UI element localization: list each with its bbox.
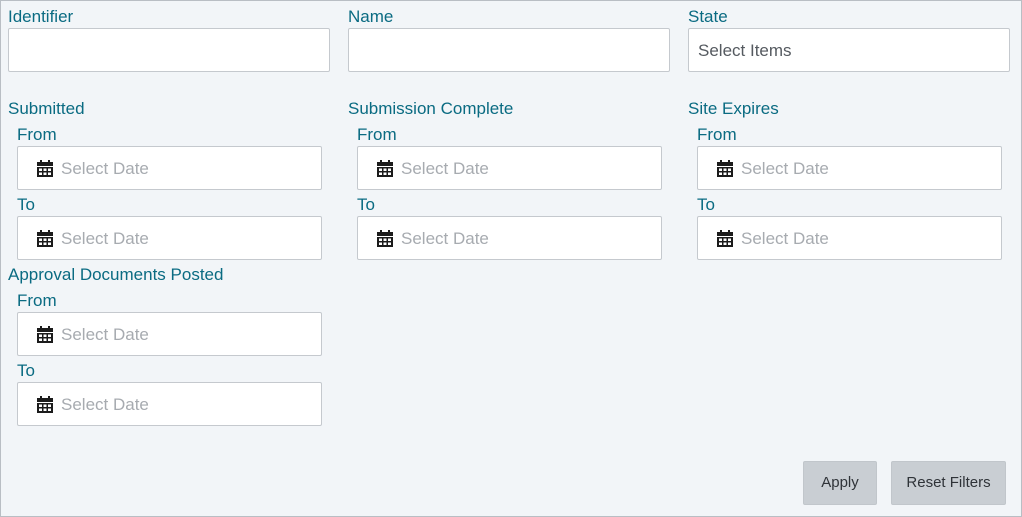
name-label: Name bbox=[348, 7, 394, 26]
state-select[interactable]: Select Items bbox=[688, 28, 1010, 72]
submission-complete-from-date-input[interactable]: Select Date bbox=[357, 146, 662, 190]
calendar-icon bbox=[37, 326, 53, 343]
calendar-icon bbox=[377, 160, 393, 177]
site-expires-to-label: To bbox=[697, 195, 715, 214]
date-placeholder: Select Date bbox=[741, 229, 829, 248]
calendar-icon bbox=[37, 230, 53, 247]
submission-complete-to-date-input[interactable]: Select Date bbox=[357, 216, 662, 260]
date-placeholder: Select Date bbox=[741, 159, 829, 178]
submission-complete-to-label: To bbox=[357, 195, 375, 214]
reset-filters-button[interactable]: Reset Filters bbox=[891, 461, 1006, 505]
date-placeholder: Select Date bbox=[61, 395, 149, 414]
site-expires-to-date-input[interactable]: Select Date bbox=[697, 216, 1002, 260]
filter-panel: Identifier Name State Select Items Submi… bbox=[0, 0, 1022, 517]
state-placeholder: Select Items bbox=[698, 41, 792, 60]
submitted-to-label: To bbox=[17, 195, 35, 214]
approval-documents-to-label: To bbox=[17, 361, 35, 380]
identifier-label: Identifier bbox=[8, 7, 74, 26]
identifier-input[interactable] bbox=[8, 28, 330, 72]
calendar-icon bbox=[717, 160, 733, 177]
submitted-from-label: From bbox=[17, 125, 57, 144]
calendar-icon bbox=[37, 396, 53, 413]
approval-documents-from-label: From bbox=[17, 291, 57, 310]
approval-documents-to-date-input[interactable]: Select Date bbox=[17, 382, 322, 426]
apply-button[interactable]: Apply bbox=[803, 461, 877, 505]
submission-complete-from-label: From bbox=[357, 125, 397, 144]
submitted-from-date-input[interactable]: Select Date bbox=[17, 146, 322, 190]
date-placeholder: Select Date bbox=[401, 159, 489, 178]
name-input[interactable] bbox=[348, 28, 670, 72]
site-expires-label: Site Expires bbox=[688, 99, 779, 118]
date-placeholder: Select Date bbox=[401, 229, 489, 248]
date-placeholder: Select Date bbox=[61, 159, 149, 178]
calendar-icon bbox=[377, 230, 393, 247]
submitted-to-date-input[interactable]: Select Date bbox=[17, 216, 322, 260]
approval-documents-posted-label: Approval Documents Posted bbox=[8, 265, 224, 284]
site-expires-from-date-input[interactable]: Select Date bbox=[697, 146, 1002, 190]
calendar-icon bbox=[37, 160, 53, 177]
approval-documents-from-date-input[interactable]: Select Date bbox=[17, 312, 322, 356]
calendar-icon bbox=[717, 230, 733, 247]
date-placeholder: Select Date bbox=[61, 325, 149, 344]
submission-complete-label: Submission Complete bbox=[348, 99, 514, 118]
site-expires-from-label: From bbox=[697, 125, 737, 144]
submitted-label: Submitted bbox=[8, 99, 85, 118]
date-placeholder: Select Date bbox=[61, 229, 149, 248]
state-label: State bbox=[688, 7, 728, 26]
